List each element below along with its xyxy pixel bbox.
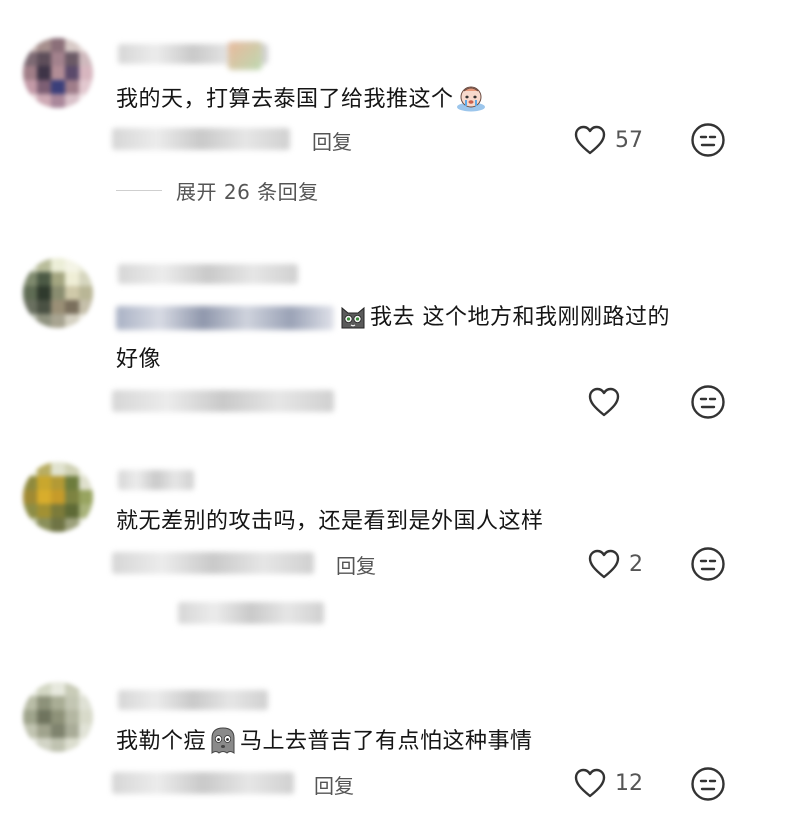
reply-button[interactable]: 回复 [312, 126, 352, 155]
reply-button[interactable]: 回复 [314, 770, 354, 799]
comment-list: 我的天，打算去泰国了给我推这个 回复 57 展开 26 条回复 我去 这个地方和… [0, 0, 803, 819]
comment-text: 我的天，打算去泰国了给我推这个 [116, 82, 488, 118]
cat-face-emoji-icon [341, 306, 365, 329]
avatar[interactable] [23, 38, 93, 108]
timestamp-location-redacted [112, 390, 334, 412]
like-button[interactable]: 12 [573, 767, 643, 799]
like-count: 12 [615, 770, 643, 796]
heart-outline-icon [574, 125, 606, 155]
avatar-mosaic [23, 682, 93, 752]
mention-redacted[interactable] [116, 306, 334, 330]
comment-text-continued: 好像 [116, 342, 161, 378]
badge-redacted [228, 42, 262, 70]
avatar[interactable] [23, 258, 93, 328]
username-redacted[interactable] [118, 264, 298, 284]
heart-outline-icon [588, 387, 620, 417]
like-button[interactable]: 57 [573, 124, 643, 156]
dislike-face-icon[interactable] [690, 766, 726, 802]
comment-text-content: 就无差别的攻击吗，还是看到是外国人这样 [116, 509, 544, 534]
reply-button[interactable]: 回复 [336, 550, 376, 579]
avatar-mosaic [23, 258, 93, 328]
like-count: 57 [615, 127, 643, 153]
dislike-face-icon[interactable] [690, 384, 726, 420]
timestamp-location-redacted [112, 128, 290, 150]
timestamp-location-redacted [112, 772, 294, 794]
dislike-face-icon[interactable] [690, 122, 726, 158]
crying-face-emoji-icon [456, 86, 485, 112]
username-redacted[interactable] [118, 690, 268, 710]
avatar-mosaic [23, 462, 93, 532]
avatar[interactable] [23, 682, 93, 752]
like-button[interactable] [587, 386, 629, 418]
comment-text-line2: 好像 [116, 347, 162, 372]
comment-text-before-emoji: 我勒个痘 [116, 729, 207, 754]
ghost-face-emoji-icon [211, 727, 235, 754]
like-button[interactable]: 2 [587, 548, 643, 580]
expand-divider-line [116, 190, 162, 191]
collapsed-replies-redacted[interactable] [178, 602, 324, 624]
avatar-mosaic [23, 38, 93, 108]
timestamp-location-redacted [112, 552, 314, 574]
like-count: 2 [629, 551, 643, 577]
comment-text-line1: 我去 这个地方和我刚刚路过的 [370, 305, 670, 330]
expand-replies-button[interactable]: 展开 26 条回复 [116, 176, 319, 205]
comment-text: 就无差别的攻击吗，还是看到是外国人这样 [116, 504, 544, 540]
avatar[interactable] [23, 462, 93, 532]
username-redacted[interactable] [118, 470, 194, 490]
heart-outline-icon [574, 768, 606, 798]
comment-text: 我去 这个地方和我刚刚路过的 [338, 300, 670, 336]
dislike-face-icon[interactable] [690, 546, 726, 582]
comment-text-content: 我的天，打算去泰国了给我推这个 [116, 87, 454, 112]
comment-text: 我勒个痘 马上去普吉了有点怕这种事情 [116, 724, 533, 760]
heart-outline-icon [588, 549, 620, 579]
expand-replies-label: 展开 26 条回复 [176, 180, 319, 204]
comment-text-after-emoji: 马上去普吉了有点怕这种事情 [240, 729, 533, 754]
